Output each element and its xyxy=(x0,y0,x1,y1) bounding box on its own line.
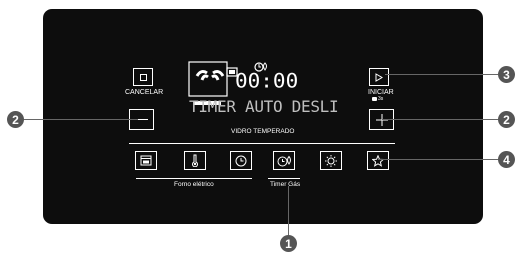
thermometer-icon xyxy=(192,154,198,167)
light-button[interactable] xyxy=(320,151,342,170)
stop-icon xyxy=(139,73,147,81)
oven-button[interactable] xyxy=(135,151,157,170)
temperature-button[interactable] xyxy=(184,151,206,170)
gas-timer-label: Timer Gás xyxy=(270,181,301,188)
clock-icon xyxy=(235,155,247,166)
callout-4: 4 xyxy=(498,151,515,168)
cancel-label: CANCELAR xyxy=(125,89,164,96)
display-message: TIMER AUTO DESLI xyxy=(189,97,339,116)
callout-2-right: 2 xyxy=(498,111,515,128)
leader-line-3 xyxy=(385,74,498,75)
timer-button[interactable] xyxy=(230,151,252,170)
favorite-button[interactable] xyxy=(367,151,389,170)
callout-1: 1 xyxy=(280,235,297,252)
start-hold-time: 3s xyxy=(378,96,384,102)
oven-icon xyxy=(140,155,152,166)
leader-line-2-left xyxy=(20,119,138,120)
cancel-button[interactable] xyxy=(133,68,153,86)
control-panel xyxy=(43,9,483,224)
electric-oven-bracket xyxy=(136,178,252,179)
electric-oven-label: Forno elétrico xyxy=(174,181,214,188)
glass-label: VIDRO TEMPERADO xyxy=(231,128,295,135)
favorite-icon xyxy=(372,154,384,167)
clock-display: 00:00 xyxy=(235,69,299,93)
start-label: INICIAR xyxy=(368,89,394,96)
callout-3: 3 xyxy=(498,66,515,83)
gas-timer-bracket xyxy=(268,178,300,179)
gas-timer-icon xyxy=(277,155,291,166)
separator xyxy=(129,143,395,144)
play-icon xyxy=(375,72,383,82)
lock-icon xyxy=(372,97,377,101)
leader-line-4 xyxy=(378,159,498,160)
callout-2-left: 2 xyxy=(7,111,24,128)
leader-line-2-right xyxy=(382,119,498,120)
gas-timer-button[interactable] xyxy=(273,151,295,170)
oven-light-icon xyxy=(325,154,337,167)
start-button[interactable] xyxy=(369,68,389,86)
